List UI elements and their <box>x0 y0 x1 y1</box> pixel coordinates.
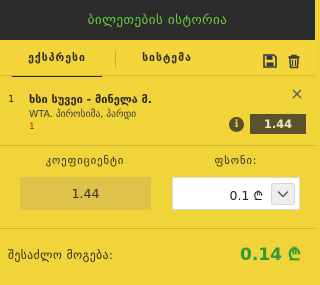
possible-win-label: შესაძლო მოგება: <box>8 248 114 262</box>
tab-express[interactable]: ექსპრესი <box>12 40 102 77</box>
tab-bar: ექსპრესი სისტემა <box>0 40 315 77</box>
save-icon[interactable] <box>262 53 278 69</box>
bet-item: 1 ხსი სუვეი - მინელა მ. WTA. პიროსიმა, პ… <box>0 78 315 143</box>
bet-number: 1 <box>8 94 15 105</box>
page-title: ბილეთების ისტორია <box>87 12 228 28</box>
possible-win-value: 0.14 ₾ <box>240 245 301 265</box>
stake-label: ფსონი: <box>214 155 258 167</box>
bet-match: ხსი სუვეი - მინელა მ. <box>29 93 152 106</box>
info-icon[interactable]: i <box>229 117 244 132</box>
stake-input[interactable]: 0.1 ₾ <box>172 177 300 210</box>
close-icon[interactable] <box>291 88 303 100</box>
stake-dropdown-button[interactable] <box>271 183 295 205</box>
tab-bar-divider <box>0 75 315 76</box>
tab-divider <box>115 51 116 67</box>
chevron-down-icon <box>277 191 289 198</box>
header: ბილეთების ისტორია <box>0 0 315 40</box>
tab-system[interactable]: სისტემა <box>126 40 208 76</box>
coefficient-label: კოეფიციენტი <box>45 155 125 167</box>
divider <box>0 228 315 229</box>
trash-icon[interactable] <box>286 53 302 69</box>
stake-value: 0.1 ₾ <box>229 188 264 203</box>
coefficient-value: 1.44 <box>20 177 151 210</box>
bet-odds: 1.44 <box>250 114 306 134</box>
divider <box>0 145 315 146</box>
bet-market: WTA. პიროსიმა, პარდი <box>29 109 137 120</box>
bet-selection: 1 <box>29 122 35 132</box>
